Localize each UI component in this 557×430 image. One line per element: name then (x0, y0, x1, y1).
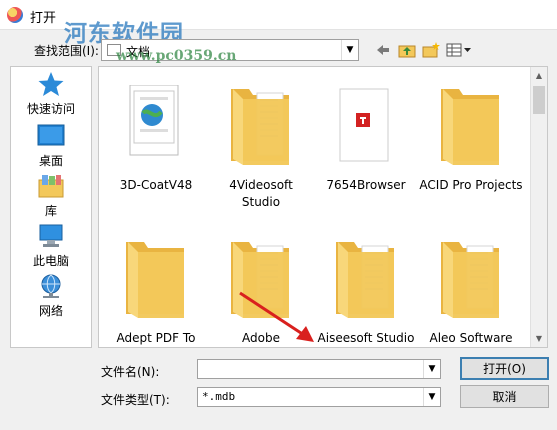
back-arrow-icon (377, 45, 389, 55)
chevron-down-icon[interactable]: ▼ (423, 360, 440, 378)
sidebar-item-label: 桌面 (38, 154, 63, 168)
filename-label: 文件名(N): (101, 365, 160, 379)
sidebar-item-this-pc[interactable]: 此电脑 (11, 223, 91, 275)
sidebar-item-label: 快速访问 (26, 102, 75, 116)
file-name: Adobe (242, 331, 280, 345)
filetype-value: *.mdb (202, 390, 236, 403)
scrollbar-thumb[interactable] (533, 86, 545, 114)
chevron-down-icon[interactable]: ▼ (423, 388, 440, 406)
sidebar-item-desktop[interactable]: 桌面 (11, 123, 91, 175)
file-item[interactable]: 4Videosoft Studio (209, 77, 313, 209)
filetype-label: 文件类型(T): (101, 393, 170, 407)
scroll-down-icon[interactable]: ▼ (531, 330, 547, 347)
folder-icon (229, 238, 291, 322)
new-folder-icon (422, 42, 440, 58)
chevron-down-icon[interactable]: ▼ (341, 40, 358, 60)
library-icon (38, 175, 64, 198)
watermark-url: www.pc0359.cn (116, 48, 237, 64)
filetype-select[interactable]: *.mdb ▼ (197, 387, 441, 407)
app-icon (7, 7, 23, 23)
file-name: 4Videosoft Studio (229, 178, 293, 209)
sidebar-item-network[interactable]: 网络 (11, 273, 91, 325)
scroll-up-icon[interactable]: ▲ (531, 67, 547, 84)
file-item[interactable]: Adept PDF To Images Con (104, 230, 208, 347)
cancel-button[interactable]: 取消 (460, 385, 549, 408)
folder-icon (124, 238, 186, 322)
title-bar: 打开 河东软件园 (0, 0, 557, 47)
view-menu-button[interactable] (445, 40, 473, 60)
file-name: Adept PDF To Images Con (116, 331, 196, 345)
file-item[interactable]: 3D-CoatV48 (104, 77, 208, 207)
lookin-label: 查找范围(I): (34, 44, 99, 58)
sidebar-item-library[interactable]: 库 (11, 173, 91, 225)
file-item[interactable]: Aleo Software (419, 230, 523, 347)
document-icon (334, 85, 396, 169)
file-name: Aleo Software (429, 331, 513, 345)
file-item[interactable]: Aiseesoft Studio (314, 230, 418, 347)
sidebar-item-label: 此电脑 (32, 254, 69, 268)
sidebar-item-label: 库 (44, 204, 57, 218)
vertical-scrollbar[interactable]: ▲ ▼ (530, 67, 547, 347)
folder-icon (334, 238, 396, 322)
desktop-icon (37, 124, 65, 146)
file-list[interactable]: 3D-CoatV48 4Videosoft Studio 7654Browser AC… (98, 66, 548, 348)
file-item[interactable]: Adobe (209, 230, 313, 347)
folder-icon (439, 238, 501, 322)
back-button[interactable] (375, 40, 391, 60)
file-name: ACID Pro Projects (419, 178, 523, 192)
up-folder-icon (398, 45, 416, 58)
folder-icon (439, 85, 501, 169)
file-item[interactable]: ACID Pro Projects (419, 77, 523, 207)
network-icon (41, 274, 61, 298)
folder-icon (124, 84, 186, 169)
sidebar-item-quick-access[interactable]: 快速访问 (11, 71, 91, 123)
file-name: 3D-CoatV48 (119, 178, 193, 192)
computer-icon (39, 224, 63, 247)
new-folder-button[interactable] (421, 40, 441, 60)
star-icon (38, 72, 64, 96)
folder-icon (229, 85, 291, 169)
open-button[interactable]: 打开(O) (460, 357, 549, 380)
filename-input[interactable]: ▼ (197, 359, 441, 379)
up-folder-button[interactable] (397, 40, 417, 60)
file-name: 7654Browser (326, 178, 406, 192)
window-title: 打开 (30, 11, 57, 26)
places-sidebar: 快速访问 桌面 库 此电脑 网络 (10, 66, 92, 348)
file-item[interactable]: 7654Browser (314, 77, 418, 207)
sidebar-item-label: 网络 (38, 304, 63, 318)
file-name: Aiseesoft Studio (317, 331, 415, 345)
view-menu-icon (446, 43, 471, 57)
